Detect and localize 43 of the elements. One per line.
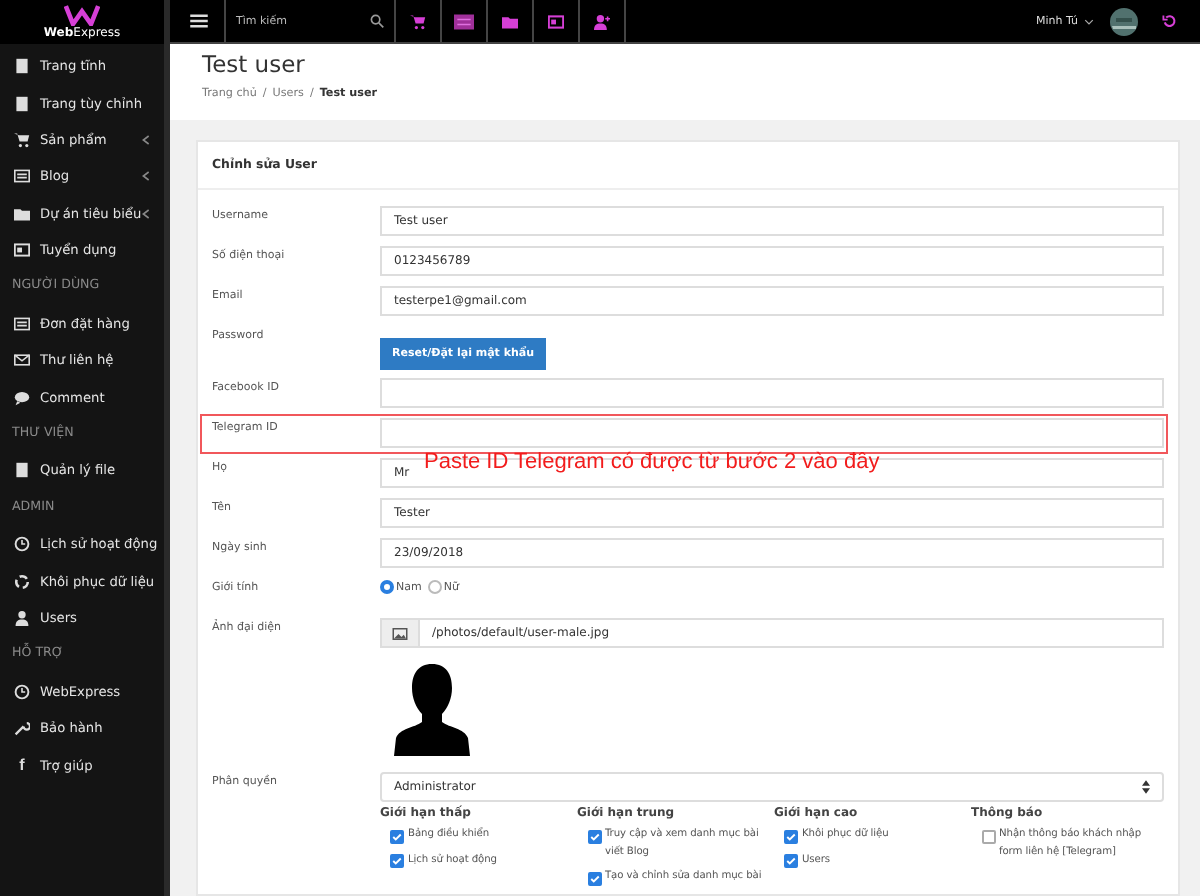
- cart-icon[interactable]: [410, 13, 426, 29]
- add-user-icon[interactable]: [594, 13, 610, 29]
- logo-icon: [64, 4, 100, 26]
- radio-button[interactable]: [427, 580, 442, 594]
- chevron-left-icon: [142, 133, 150, 146]
- checkbox[interactable]: [784, 854, 798, 868]
- radio-button[interactable]: [380, 580, 394, 594]
- checkbox[interactable]: [784, 829, 798, 843]
- clock-icon: [14, 536, 30, 553]
- chevron-left-icon: [142, 207, 150, 220]
- checkbox[interactable]: [390, 829, 404, 843]
- checkbox[interactable]: [981, 829, 995, 843]
- newspaper-icon[interactable]: [454, 13, 474, 29]
- folder-icon[interactable]: [502, 13, 518, 29]
- chat-icon: [14, 389, 30, 406]
- folder-icon: [14, 205, 30, 222]
- input-field[interactable]: [380, 418, 1164, 448]
- cart-icon: [14, 131, 30, 148]
- file-icon: [14, 462, 30, 479]
- user-silhouette-icon: [392, 660, 472, 756]
- chevron-left-icon: [142, 170, 150, 183]
- document-icon: [14, 58, 30, 75]
- avatar-icon[interactable]: [1110, 7, 1138, 35]
- menu-icon[interactable]: [190, 14, 208, 28]
- table-icon: [14, 315, 30, 332]
- sort-arrows-icon: [1142, 780, 1150, 794]
- image-icon: [392, 627, 408, 639]
- document-icon: [14, 95, 30, 112]
- search-icon: [370, 14, 384, 28]
- page-title: Test user: [202, 50, 307, 80]
- user-icon: [14, 610, 30, 627]
- checkbox[interactable]: [587, 829, 601, 843]
- input-field[interactable]: [380, 378, 1164, 408]
- logout-icon[interactable]: [1162, 14, 1176, 28]
- id-card-icon[interactable]: [548, 13, 564, 29]
- sidebar-icon: f: [14, 756, 30, 775]
- checkbox[interactable]: [587, 871, 601, 885]
- newspaper-icon: [14, 168, 30, 185]
- checkbox[interactable]: [390, 854, 404, 868]
- recycle-icon: [14, 573, 30, 590]
- caret-icon[interactable]: [1084, 17, 1094, 25]
- envelope-icon: [14, 352, 30, 369]
- id-card-icon: [14, 242, 30, 259]
